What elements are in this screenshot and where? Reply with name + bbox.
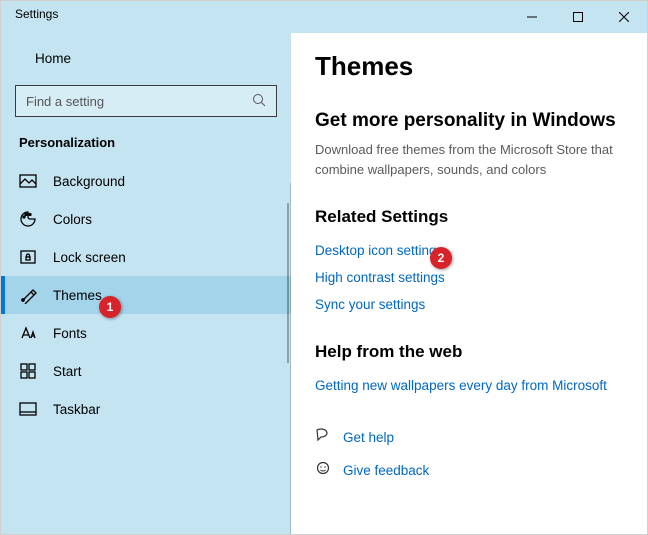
titlebar: Settings bbox=[1, 1, 647, 33]
get-help-label: Get help bbox=[343, 430, 394, 445]
sidebar-item-themes[interactable]: Themes bbox=[1, 276, 291, 314]
section-label: Personalization bbox=[1, 131, 291, 162]
link-desktop-icon-settings[interactable]: Desktop icon settings bbox=[315, 237, 623, 264]
link-high-contrast-settings[interactable]: High contrast settings bbox=[315, 264, 623, 291]
sidebar-item-label: Taskbar bbox=[53, 402, 100, 417]
sidebar-item-background[interactable]: Background bbox=[1, 162, 291, 200]
annotation-badge-1: 1 bbox=[99, 296, 121, 318]
home-label: Home bbox=[35, 51, 71, 66]
sidebar-item-label: Lock screen bbox=[53, 250, 126, 265]
themes-icon bbox=[19, 286, 37, 304]
minimize-button[interactable] bbox=[509, 1, 555, 33]
get-help-link[interactable]: Get help bbox=[315, 421, 623, 454]
lock-icon bbox=[19, 248, 37, 266]
sidebar-item-taskbar[interactable]: Taskbar bbox=[1, 390, 291, 428]
give-feedback-label: Give feedback bbox=[343, 463, 429, 478]
close-button[interactable] bbox=[601, 1, 647, 33]
sidebar-item-colors[interactable]: Colors bbox=[1, 200, 291, 238]
home-button[interactable]: Home bbox=[1, 39, 291, 77]
page-title: Themes bbox=[315, 51, 623, 82]
search-input[interactable]: Find a setting bbox=[15, 85, 277, 117]
feedback-icon bbox=[315, 460, 331, 481]
help-heading: Help from the web bbox=[315, 342, 623, 362]
sidebar-item-start[interactable]: Start bbox=[1, 352, 291, 390]
link-help-wallpapers[interactable]: Getting new wallpapers every day from Mi… bbox=[315, 372, 623, 399]
help-icon bbox=[315, 427, 331, 448]
main-content: Themes Get more personality in Windows D… bbox=[291, 33, 647, 534]
personality-subtext: Download free themes from the Microsoft … bbox=[315, 140, 623, 179]
search-placeholder: Find a setting bbox=[26, 94, 104, 109]
divider bbox=[290, 183, 291, 534]
sidebar-item-label: Colors bbox=[53, 212, 92, 227]
sidebar-item-lock-screen[interactable]: Lock screen bbox=[1, 238, 291, 276]
sidebar: Home Find a setting Personalization Back… bbox=[1, 33, 291, 534]
window-title: Settings bbox=[15, 7, 58, 21]
sidebar-item-label: Fonts bbox=[53, 326, 87, 341]
sidebar-item-label: Start bbox=[53, 364, 82, 379]
scrollbar[interactable] bbox=[287, 203, 289, 363]
personality-heading: Get more personality in Windows bbox=[315, 110, 623, 132]
fonts-icon bbox=[19, 324, 37, 342]
link-sync-your-settings[interactable]: Sync your settings bbox=[315, 291, 623, 318]
sidebar-item-label: Themes bbox=[53, 288, 102, 303]
give-feedback-link[interactable]: Give feedback bbox=[315, 454, 623, 487]
maximize-button[interactable] bbox=[555, 1, 601, 33]
annotation-badge-2: 2 bbox=[430, 247, 452, 269]
background-icon bbox=[19, 172, 37, 190]
taskbar-icon bbox=[19, 400, 37, 418]
search-icon bbox=[252, 93, 266, 110]
colors-icon bbox=[19, 210, 37, 228]
related-settings-heading: Related Settings bbox=[315, 207, 623, 227]
sidebar-item-label: Background bbox=[53, 174, 125, 189]
start-icon bbox=[19, 362, 37, 380]
sidebar-item-fonts[interactable]: Fonts bbox=[1, 314, 291, 352]
